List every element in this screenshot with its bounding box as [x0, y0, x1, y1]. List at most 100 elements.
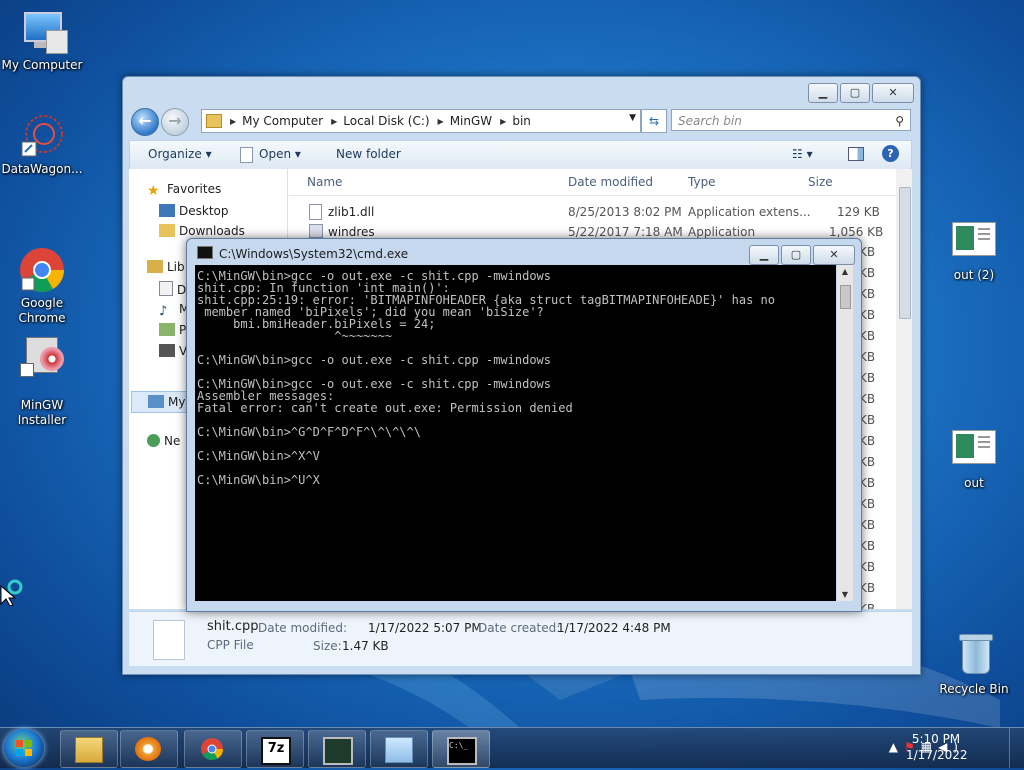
- 7zip-icon: 7z: [261, 737, 291, 765]
- column-name[interactable]: Name: [307, 175, 342, 189]
- close-button[interactable]: ✕: [872, 83, 914, 103]
- nav-label: My: [168, 395, 186, 409]
- desktop-icon-my-computer[interactable]: My Computer: [0, 8, 84, 73]
- cmd-title-text: C:\Windows\System32\cmd.exe: [219, 247, 409, 261]
- desktop-icon-label: My Computer: [1, 58, 83, 72]
- taskbar-chrome[interactable]: [184, 730, 242, 768]
- desktop-icon-google-chrome[interactable]: Google Chrome: [0, 216, 84, 326]
- nav-documents[interactable]: D: [159, 281, 186, 297]
- search-input[interactable]: Search bin ⚲: [671, 109, 911, 131]
- search-placeholder: Search bin: [678, 114, 742, 128]
- preview-pane-icon[interactable]: [848, 147, 864, 161]
- computer-icon: [18, 8, 68, 56]
- show-desktop-button[interactable]: [1009, 728, 1024, 768]
- dll-file-icon: [309, 204, 322, 220]
- show-hidden-icons-icon[interactable]: ▲: [889, 740, 904, 754]
- clock-time: 5:10 PM: [911, 732, 961, 746]
- column-size[interactable]: Size: [808, 175, 833, 189]
- column-date-modified[interactable]: Date modified: [568, 175, 653, 189]
- clock[interactable]: 5:10 PM 1/17/2022: [906, 731, 968, 763]
- breadcrumb-bin[interactable]: bin: [512, 114, 531, 128]
- scrollbar-thumb[interactable]: [840, 285, 851, 309]
- view-options-icon[interactable]: ☷ ▾: [792, 147, 813, 161]
- desktop-icon-mingw-installer[interactable]: MinGW Installer: [0, 318, 84, 428]
- close-button[interactable]: ✕: [813, 245, 855, 265]
- back-button[interactable]: ←: [131, 108, 159, 136]
- notepad-icon: [385, 737, 413, 763]
- nav-favorites[interactable]: ★ Favorites: [147, 182, 221, 198]
- nav-videos[interactable]: V: [159, 344, 187, 358]
- nav-libraries[interactable]: Lib: [147, 260, 185, 274]
- taskbar-explorer[interactable]: [60, 730, 118, 768]
- videos-icon: [159, 344, 175, 357]
- console-text: C:\MinGW\bin>gcc -o out.exe -c shit.cpp …: [197, 269, 775, 487]
- desktop-icon-label: out (2): [953, 268, 995, 282]
- minimize-button[interactable]: ▁: [808, 83, 838, 103]
- navigation-bar: ← → ▶ My Computer ▶ Local Disk (C:) ▶ Mi…: [129, 107, 912, 136]
- minimize-button[interactable]: ▁: [749, 245, 779, 265]
- console-scrollbar[interactable]: ▲ ▼: [837, 265, 853, 601]
- column-type[interactable]: Type: [688, 175, 716, 189]
- breadcrumb-separator-icon: ▶: [437, 116, 444, 126]
- scroll-up-icon[interactable]: ▲: [837, 267, 853, 276]
- organize-button[interactable]: Organize ▾: [148, 147, 212, 161]
- cmd-window[interactable]: C:\Windows\System32\cmd.exe ▁ ▢ ✕ C:\Min…: [186, 238, 862, 612]
- nav-pictures[interactable]: P: [159, 323, 186, 337]
- scrollbar-thumb[interactable]: [899, 187, 911, 319]
- desktop-icon-datawagon[interactable]: DataWagon...: [0, 112, 84, 177]
- file-size: 1,056 KB: [829, 225, 884, 239]
- address-dropdown-icon[interactable]: ▼: [629, 113, 636, 123]
- console-icon: C:\_: [447, 737, 477, 765]
- details-file-name: shit.cpp: [207, 619, 259, 634]
- scroll-down-icon[interactable]: ▼: [837, 590, 853, 599]
- datawagon-icon: [18, 112, 66, 160]
- taskbar-notepad[interactable]: [370, 730, 428, 768]
- desktop-icon-out-2[interactable]: out (2): [932, 218, 1016, 283]
- details-modified-label: Date modified:: [258, 621, 348, 635]
- desktop-icon-label: DataWagon...: [1, 162, 83, 176]
- breadcrumb-local-disk[interactable]: Local Disk (C:): [343, 114, 429, 128]
- maximize-button[interactable]: ▢: [840, 83, 870, 103]
- taskbar-media-player[interactable]: [120, 730, 178, 768]
- file-name: windres: [328, 225, 375, 239]
- downloads-folder-icon: [159, 224, 175, 237]
- desktop-icon-out[interactable]: out: [932, 426, 1016, 491]
- mouse-cursor-icon: [0, 579, 23, 606]
- start-button[interactable]: [4, 729, 44, 767]
- image-file-icon: [950, 426, 998, 474]
- taskbar-cmd[interactable]: C:\_: [432, 730, 490, 768]
- taskbar-7zip[interactable]: 7z: [246, 730, 304, 768]
- console-output[interactable]: C:\MinGW\bin>gcc -o out.exe -c shit.cpp …: [195, 265, 836, 601]
- file-list-scrollbar[interactable]: [896, 169, 912, 609]
- new-folder-button[interactable]: New folder: [336, 147, 401, 161]
- nav-music[interactable]: ♪ M: [159, 302, 189, 319]
- details-file-type: CPP File: [207, 638, 254, 652]
- search-icon[interactable]: ⚲: [895, 110, 904, 132]
- breadcrumb-mingw[interactable]: MinGW: [450, 114, 492, 128]
- address-bar[interactable]: ▶ My Computer ▶ Local Disk (C:) ▶ MinGW …: [201, 109, 641, 133]
- command-bar: Organize ▾ Open ▾ New folder ☷ ▾ ?: [129, 140, 912, 170]
- nav-label: D: [177, 283, 187, 297]
- monitor-icon: [323, 737, 353, 765]
- desktop-icon-label: out: [964, 476, 984, 490]
- forward-button[interactable]: →: [161, 108, 189, 136]
- breadcrumb-my-computer[interactable]: My Computer: [242, 114, 323, 128]
- nav-network[interactable]: Ne: [147, 434, 180, 448]
- taskbar-task-manager[interactable]: [308, 730, 366, 768]
- breadcrumb-separator-icon: ▶: [230, 116, 237, 126]
- refresh-button[interactable]: ⇆: [641, 109, 667, 133]
- clock-date: 1/17/2022: [906, 748, 968, 762]
- chrome-icon: [18, 231, 66, 292]
- open-button[interactable]: Open ▾: [259, 147, 301, 161]
- explorer-titlebar[interactable]: ▁ ▢ ✕: [123, 77, 920, 107]
- file-row[interactable]: zlib1.dll 8/25/2013 8:02 PM Application …: [289, 202, 896, 222]
- desktop-icon-recycle-bin[interactable]: Recycle Bin: [932, 632, 1016, 697]
- chrome-icon: [201, 738, 223, 760]
- file-list-header: Name Date modified Type Size: [289, 169, 912, 196]
- file-size: 129 KB: [837, 205, 880, 219]
- nav-desktop[interactable]: Desktop: [159, 204, 229, 218]
- nav-downloads[interactable]: Downloads: [159, 224, 245, 238]
- cmd-titlebar[interactable]: C:\Windows\System32\cmd.exe: [197, 246, 408, 261]
- help-icon[interactable]: ?: [882, 145, 899, 162]
- maximize-button[interactable]: ▢: [781, 245, 811, 265]
